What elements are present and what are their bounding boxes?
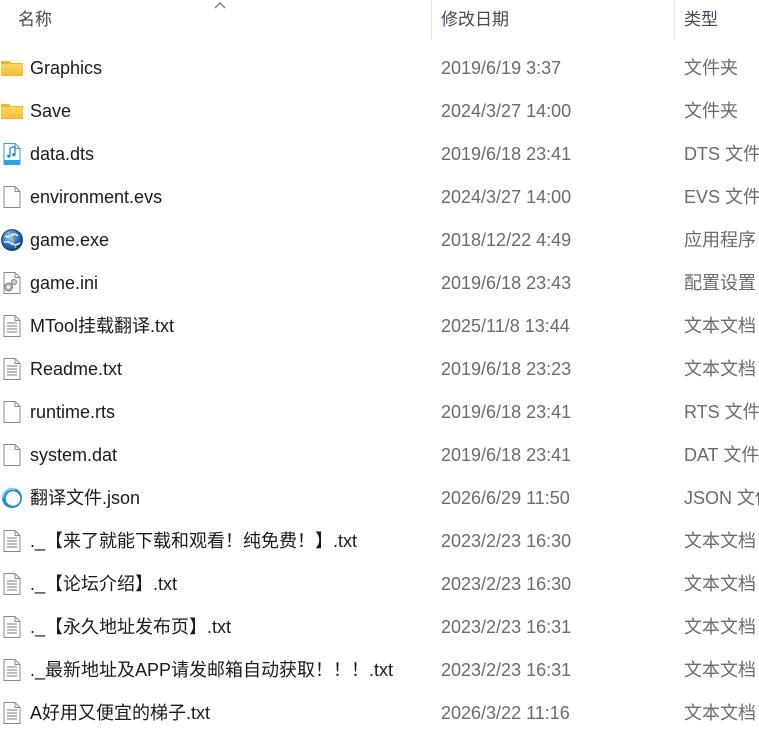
file-explorer: 名称 修改日期 类型 Graphics 2019/6/19 3:37 文件夹 Save…	[0, 0, 759, 744]
file-name: runtime.rts	[30, 402, 116, 422]
file-row[interactable]: MTool挂载翻译.txt 2025/11/8 13:44 文本文档	[0, 305, 759, 348]
file-row[interactable]: A好用又便宜的梯子.txt 2026/3/22 11:16 文本文档	[0, 692, 759, 735]
folder-icon	[0, 56, 24, 80]
file-type: 文本文档	[684, 316, 756, 336]
file-modified-date: 2019/6/18 23:23	[441, 359, 572, 379]
file-modified-date: 2019/6/18 23:43	[441, 273, 572, 293]
file-name: game.exe	[30, 230, 110, 250]
blank-file-icon	[0, 185, 24, 209]
file-type: EVS 文件	[684, 187, 759, 207]
file-row[interactable]: Save 2024/3/27 14:00 文件夹	[0, 90, 759, 133]
file-name: Save	[30, 101, 72, 121]
audio-file-icon	[0, 142, 24, 166]
file-modified-date: 2019/6/18 23:41	[441, 144, 572, 164]
blank-file-icon	[0, 400, 24, 424]
file-modified-date: 2024/3/27 14:00	[441, 187, 572, 207]
file-type: 文本文档	[684, 703, 756, 723]
file-modified-date: 2019/6/19 3:37	[441, 58, 562, 78]
file-type: 文本文档	[684, 660, 756, 680]
blank-file-icon	[0, 443, 24, 467]
folder-icon	[0, 99, 24, 123]
file-row[interactable]: Readme.txt 2019/6/18 23:23 文本文档	[0, 348, 759, 391]
text-file-icon	[0, 529, 24, 553]
file-row[interactable]: ._最新地址及APP请发邮箱自动获取！！！.txt 2023/2/23 16:31…	[0, 649, 759, 692]
file-modified-date: 2023/2/23 16:31	[441, 660, 572, 680]
file-type: DAT 文件	[684, 445, 759, 465]
file-name: game.ini	[30, 273, 99, 293]
text-file-icon	[0, 572, 24, 596]
file-name: ._【永久地址发布页】.txt	[30, 617, 232, 637]
file-modified-date: 2025/11/8 13:44	[441, 316, 570, 336]
file-name: 翻译文件.json	[30, 488, 141, 508]
file-row[interactable]: runtime.rts 2019/6/18 23:41 RTS 文件	[0, 391, 759, 434]
file-row[interactable]: 翻译文件.json 2026/6/29 11:50 JSON 文件	[0, 477, 759, 520]
file-row[interactable]: ._【来了就能下载和观看！纯免费！】.txt 2023/2/23 16:30 文本文…	[0, 520, 759, 563]
file-modified-date: 2026/3/22 11:16	[441, 703, 570, 723]
file-modified-date: 2023/2/23 16:30	[441, 574, 572, 594]
file-type: 文本文档	[684, 531, 756, 551]
file-name: data.dts	[30, 144, 95, 164]
file-list: Graphics 2019/6/19 3:37 文件夹 Save 2024/3/27 1…	[0, 47, 759, 735]
file-modified-date: 2023/2/23 16:31	[441, 617, 572, 637]
file-row[interactable]: system.dat 2019/6/18 23:41 DAT 文件	[0, 434, 759, 477]
app-globe-icon	[0, 228, 24, 252]
file-type: 配置设置	[684, 273, 756, 293]
file-name: environment.evs	[30, 187, 163, 207]
file-type: 文件夹	[684, 58, 738, 78]
file-name: system.dat	[30, 445, 118, 465]
file-type: 文件夹	[684, 101, 738, 121]
file-type: DTS 文件	[684, 144, 759, 164]
text-file-icon	[0, 701, 24, 725]
column-header-date[interactable]: 修改日期	[441, 0, 661, 40]
file-modified-date: 2026/6/29 11:50	[441, 488, 570, 508]
file-type: 文本文档	[684, 359, 756, 379]
json-file-icon	[0, 486, 24, 510]
file-modified-date: 2024/3/27 14:00	[441, 101, 572, 121]
file-name: Graphics	[30, 58, 103, 78]
file-type: RTS 文件	[684, 402, 759, 422]
column-header-type[interactable]: 类型	[684, 0, 759, 40]
file-row[interactable]: game.ini 2019/6/18 23:43 配置设置	[0, 262, 759, 305]
file-row[interactable]: game.exe 2018/12/22 4:49 应用程序	[0, 219, 759, 262]
file-type: 应用程序	[684, 230, 756, 250]
file-modified-date: 2018/12/22 4:49	[441, 230, 572, 250]
file-name: ._【来了就能下载和观看！纯免费！】.txt	[30, 531, 358, 551]
column-header-name[interactable]: 名称	[18, 0, 418, 40]
file-type: 文本文档	[684, 574, 756, 594]
file-row[interactable]: environment.evs 2024/3/27 14:00 EVS 文件	[0, 176, 759, 219]
file-type: JSON 文件	[684, 488, 759, 508]
file-modified-date: 2019/6/18 23:41	[441, 445, 572, 465]
file-name: MTool挂载翻译.txt	[30, 316, 175, 336]
text-file-icon	[0, 357, 24, 381]
file-modified-date: 2019/6/18 23:41	[441, 402, 572, 422]
file-name: Readme.txt	[30, 359, 123, 379]
file-name: ._【论坛介绍】.txt	[30, 574, 178, 594]
text-file-icon	[0, 314, 24, 338]
column-header-bar: 名称 修改日期 类型	[0, 0, 759, 40]
file-row[interactable]: ._【永久地址发布页】.txt 2023/2/23 16:31 文本文档	[0, 606, 759, 649]
file-modified-date: 2023/2/23 16:30	[441, 531, 572, 551]
text-file-icon	[0, 658, 24, 682]
file-name: ._最新地址及APP请发邮箱自动获取！！！.txt	[30, 660, 394, 680]
column-divider[interactable]	[674, 0, 675, 40]
file-row[interactable]: ._【论坛介绍】.txt 2023/2/23 16:30 文本文档	[0, 563, 759, 606]
settings-file-icon	[0, 271, 24, 295]
text-file-icon	[0, 615, 24, 639]
file-row[interactable]: data.dts 2019/6/18 23:41 DTS 文件	[0, 133, 759, 176]
file-name: A好用又便宜的梯子.txt	[30, 703, 211, 723]
file-type: 文本文档	[684, 617, 756, 637]
file-row[interactable]: Graphics 2019/6/19 3:37 文件夹	[0, 47, 759, 90]
column-divider[interactable]	[431, 0, 432, 40]
